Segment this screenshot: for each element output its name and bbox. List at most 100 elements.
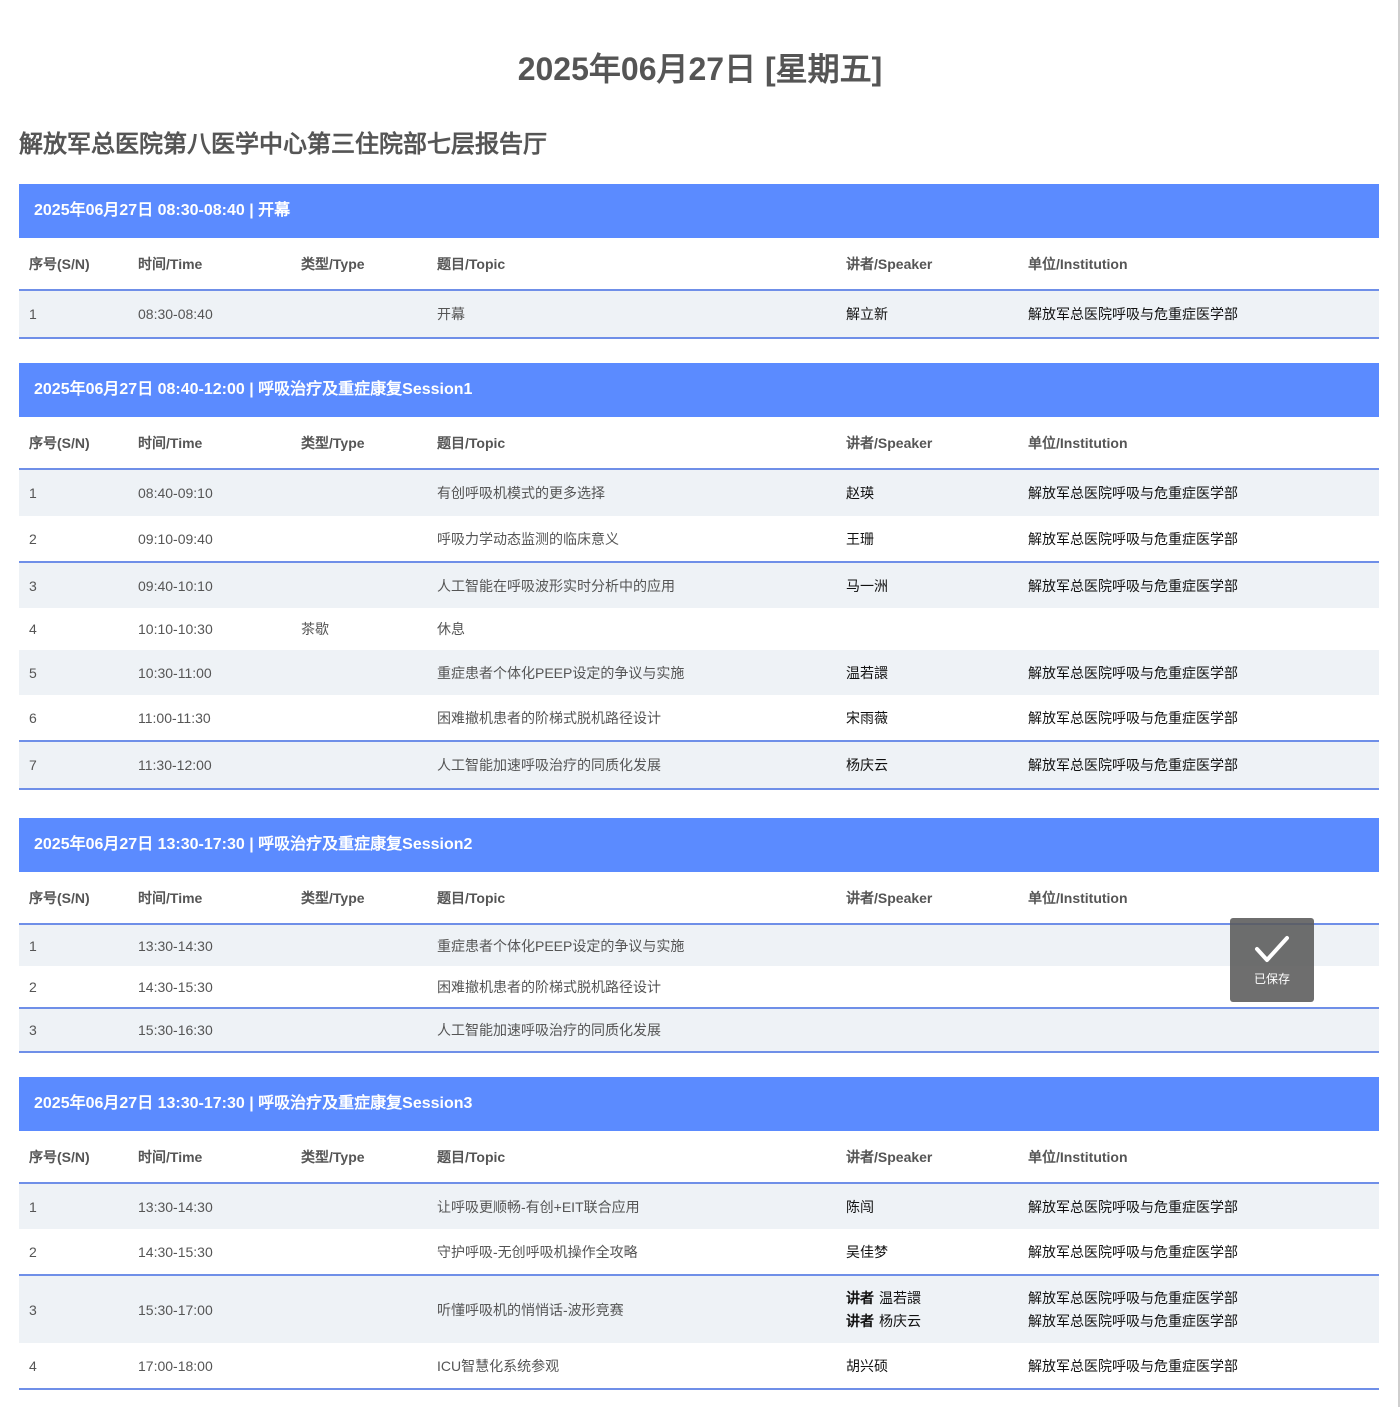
cell-sn: 3 [29, 1022, 37, 1038]
table-row: 5 10:30-11:00 重症患者个体化PEEP设定的争议与实施 温若譞 解放军总医院… [19, 650, 1379, 695]
speaker-name: 杨庆云 [879, 1312, 921, 1329]
speaker-role: 讲者 [846, 1312, 874, 1329]
column-header-institution: 单位/Institution [1028, 1148, 1128, 1165]
cell-speaker: 宋雨薇 [846, 709, 888, 726]
cell-time: 10:30-11:00 [138, 664, 212, 681]
cell-topic: 重症患者个体化PEEP设定的争议与实施 [437, 937, 685, 954]
cell-sn: 1 [29, 1198, 37, 1215]
session-header: 2025年06月27日 13:30-17:30 | 呼吸治疗及重症康复Sessi… [19, 818, 1379, 872]
column-header-time: 时间/Time [138, 255, 203, 272]
table-header-row: 序号(S/N) 时间/Time 类型/Type 题目/Topic 讲者/Speaker 单… [19, 238, 1379, 291]
cell-topic: 休息 [437, 621, 465, 637]
saved-toast: 已保存 [1230, 918, 1314, 1002]
column-header-time: 时间/Time [138, 889, 203, 906]
cell-sn: 6 [29, 709, 37, 726]
table-row: 3 15:30-17:00 听懂呼吸机的悄悄话-波形竞赛 讲者 温若譞 讲者 杨庆云 解放军总… [19, 1276, 1379, 1343]
cell-institution: 解放军总医院呼吸与危重症医学部 [1028, 485, 1238, 501]
table-row: 3 15:30-16:30 人工智能加速呼吸治疗的同质化发展 [19, 1009, 1379, 1053]
venue-title: 解放军总医院第八医学中心第三住院部七层报告厅 [19, 131, 547, 158]
cell-topic: 困难撤机患者的阶梯式脱机路径设计 [437, 978, 661, 995]
column-header-institution: 单位/Institution [1028, 434, 1128, 451]
column-header-speaker: 讲者/Speaker [846, 255, 933, 272]
cell-sn: 2 [29, 530, 37, 547]
cell-sn: 3 [29, 577, 37, 594]
session-header: 2025年06月27日 08:40-12:00 | 呼吸治疗及重症康复Sessi… [19, 363, 1379, 417]
cell-sn: 4 [29, 621, 37, 637]
cell-institution: 解放军总医院呼吸与危重症医学部 [1028, 577, 1238, 594]
cell-institution: 解放军总医院呼吸与危重症医学部 [1028, 709, 1238, 726]
cell-topic: 守护呼吸-无创呼吸机操作全攻略 [437, 1243, 638, 1260]
cell-time: 15:30-16:30 [138, 1022, 213, 1038]
session-1: 2025年06月27日 08:30-08:40 | 开幕 序号(S/N) 时间/Ti… [19, 184, 1379, 339]
column-header-sn: 序号(S/N) [29, 434, 90, 451]
cell-speaker: 温若譞 [846, 664, 888, 681]
cell-topic: 让呼吸更顺畅-有创+EIT联合应用 [437, 1198, 640, 1215]
table-row: 2 14:30-15:30 守护呼吸-无创呼吸机操作全攻略 吴佳梦 解放军总医院呼吸与危… [19, 1229, 1379, 1276]
cell-institution: 解放军总医院呼吸与危重症医学部 [1028, 664, 1238, 681]
cell-institution: 解放军总医院呼吸与危重症医学部 [1028, 1198, 1238, 1215]
institution-line: 解放军总医院呼吸与危重症医学部 [1028, 1312, 1238, 1329]
cell-time: 10:10-10:30 [138, 621, 213, 637]
cell-sn: 1 [29, 306, 37, 322]
column-header-type: 类型/Type [301, 1148, 365, 1165]
cell-topic: 重症患者个体化PEEP设定的争议与实施 [437, 664, 685, 681]
table-row: 4 17:00-18:00 ICU智慧化系统参观 胡兴硕 解放军总医院呼吸与危重症医学部 [19, 1343, 1379, 1390]
cell-institution: 解放军总医院呼吸与危重症医学部 [1028, 1243, 1238, 1260]
table-row: 4 10:10-10:30 茶歇 休息 [19, 608, 1379, 650]
column-header-time: 时间/Time [138, 434, 203, 451]
cell-speaker: 吴佳梦 [846, 1243, 888, 1260]
cell-time: 15:30-17:00 [138, 1301, 213, 1318]
session-3: 2025年06月27日 13:30-17:30 | 呼吸治疗及重症康复Sessi… [19, 818, 1379, 1053]
speaker-line: 讲者 温若譞 [846, 1287, 921, 1310]
cell-topic: 呼吸力学动态监测的临床意义 [437, 530, 619, 547]
table-row: 2 14:30-15:30 困难撤机患者的阶梯式脱机路径设计 [19, 966, 1379, 1009]
cell-topic: 开幕 [437, 306, 465, 322]
column-header-institution: 单位/Institution [1028, 255, 1128, 272]
table-header-row: 序号(S/N) 时间/Time 类型/Type 题目/Topic 讲者/Speaker 单… [19, 1131, 1379, 1184]
cell-time: 13:30-14:30 [138, 937, 213, 954]
cell-topic: 人工智能加速呼吸治疗的同质化发展 [437, 757, 661, 773]
table-row: 2 09:10-09:40 呼吸力学动态监测的临床意义 王珊 解放军总医院呼吸与危重症医… [19, 516, 1379, 563]
column-header-sn: 序号(S/N) [29, 889, 90, 906]
table-row: 3 09:40-10:10 人工智能在呼吸波形实时分析中的应用 马一洲 解放军总医院呼吸… [19, 563, 1379, 608]
cell-sn: 5 [29, 664, 37, 681]
toast-label: 已保存 [1253, 971, 1290, 986]
column-header-sn: 序号(S/N) [29, 255, 90, 272]
cell-sn: 3 [29, 1301, 37, 1318]
cell-topic: ICU智慧化系统参观 [437, 1357, 560, 1374]
cell-time: 14:30-15:30 [138, 978, 213, 995]
cell-sn: 7 [29, 757, 37, 773]
cell-institution: 解放军总医院呼吸与危重症医学部 [1028, 530, 1238, 547]
session-4: 2025年06月27日 13:30-17:30 | 呼吸治疗及重症康复Sessi… [19, 1077, 1379, 1390]
cell-institution: 解放军总医院呼吸与危重症医学部 [1028, 306, 1238, 322]
column-header-topic: 题目/Topic [437, 889, 506, 906]
table-header-row: 序号(S/N) 时间/Time 类型/Type 题目/Topic 讲者/Speaker 单… [19, 872, 1379, 925]
cell-time: 17:00-18:00 [138, 1357, 213, 1374]
cell-topic: 有创呼吸机模式的更多选择 [437, 485, 605, 501]
column-header-topic: 题目/Topic [437, 1148, 506, 1165]
cell-topic: 人工智能加速呼吸治疗的同质化发展 [437, 1022, 661, 1038]
column-header-speaker: 讲者/Speaker [846, 1148, 933, 1165]
cell-type: 茶歇 [301, 621, 329, 637]
column-header-topic: 题目/Topic [437, 434, 506, 451]
cell-speaker: 讲者 温若譞 讲者 杨庆云 [846, 1276, 921, 1343]
cell-topic: 困难撤机患者的阶梯式脱机路径设计 [437, 709, 661, 726]
cell-topic: 人工智能在呼吸波形实时分析中的应用 [437, 577, 675, 594]
cell-institution: 解放军总医院呼吸与危重症医学部 [1028, 757, 1238, 773]
cell-speaker: 胡兴硕 [846, 1357, 888, 1374]
cell-sn: 4 [29, 1357, 37, 1374]
cell-time: 08:30-08:40 [138, 306, 213, 322]
cell-speaker: 杨庆云 [846, 757, 888, 773]
speaker-role: 讲者 [846, 1289, 874, 1306]
cell-speaker: 陈闯 [846, 1198, 874, 1215]
session-2: 2025年06月27日 08:40-12:00 | 呼吸治疗及重症康复Sessi… [19, 363, 1379, 790]
cell-time: 11:30-12:00 [138, 757, 212, 773]
cell-time: 09:10-09:40 [138, 530, 213, 547]
table-row: 7 11:30-12:00 人工智能加速呼吸治疗的同质化发展 杨庆云 解放军总医院呼吸与… [19, 742, 1379, 790]
cell-speaker: 解立新 [846, 306, 888, 322]
cell-time: 13:30-14:30 [138, 1198, 213, 1215]
column-header-speaker: 讲者/Speaker [846, 434, 933, 451]
cell-sn: 1 [29, 485, 37, 501]
column-header-time: 时间/Time [138, 1148, 203, 1165]
column-header-type: 类型/Type [301, 255, 365, 272]
